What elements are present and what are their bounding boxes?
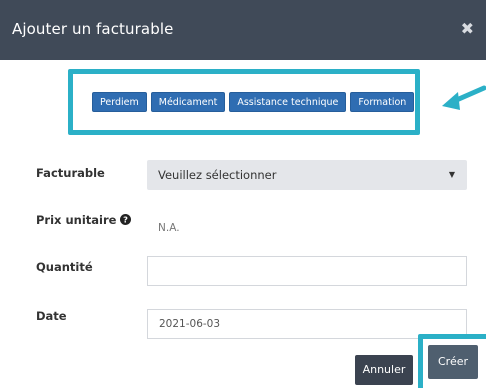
perdiem-button[interactable]: Perdiem bbox=[92, 92, 147, 112]
help-icon[interactable]: ? bbox=[120, 214, 132, 225]
svg-text:?: ? bbox=[124, 215, 129, 225]
dialog-bottom-edge bbox=[0, 388, 486, 392]
shortcut-button-group: Perdiem Médicament Assistance technique … bbox=[92, 92, 415, 112]
assistance-technique-button[interactable]: Assistance technique bbox=[229, 92, 347, 112]
dialog-header: Ajouter un facturable ✖ bbox=[0, 0, 486, 60]
facturable-label: Facturable bbox=[36, 166, 105, 180]
prix-unitaire-label: Prix unitaire ? bbox=[36, 213, 132, 227]
caret-down-icon: ▼ bbox=[448, 170, 455, 179]
date-label: Date bbox=[36, 309, 67, 323]
facturable-select[interactable]: Veuillez sélectionner ▼ bbox=[147, 160, 467, 190]
formation-button[interactable]: Formation bbox=[350, 92, 415, 112]
add-billable-dialog: Ajouter un facturable ✖ Perdiem Médicame… bbox=[0, 0, 486, 392]
prix-unitaire-value: N.A. bbox=[158, 222, 180, 234]
create-button[interactable]: Créer bbox=[428, 345, 478, 379]
arrow-icon bbox=[442, 85, 486, 110]
cancel-button[interactable]: Annuler bbox=[355, 355, 413, 385]
facturable-selected-value: Veuillez sélectionner bbox=[158, 168, 277, 182]
quantite-label: Quantité bbox=[36, 260, 93, 274]
dialog-title: Ajouter un facturable bbox=[12, 20, 174, 38]
close-icon[interactable]: ✖ bbox=[461, 19, 474, 38]
medicament-button[interactable]: Médicament bbox=[150, 92, 226, 112]
prix-unitaire-text: Prix unitaire bbox=[36, 213, 117, 227]
quantite-input[interactable] bbox=[147, 256, 467, 286]
